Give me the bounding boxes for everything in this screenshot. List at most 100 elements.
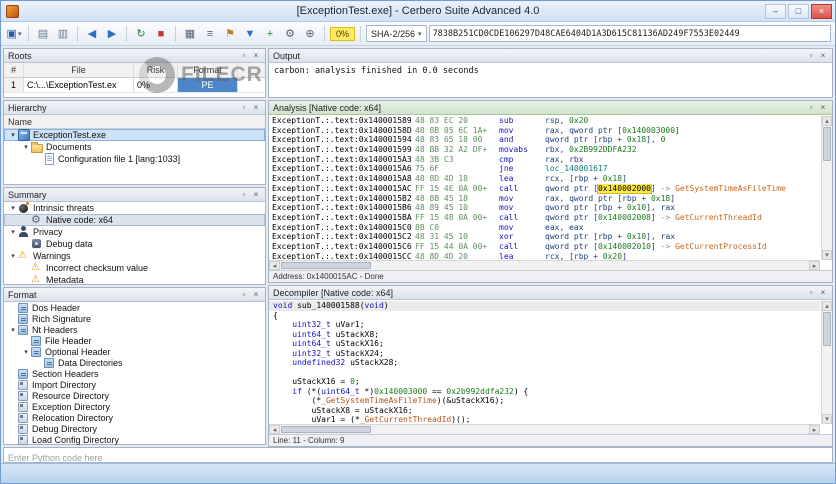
settings-icon[interactable]: ⚙ (281, 25, 299, 43)
decompiler-line[interactable]: void sub_140001588(void) (269, 301, 820, 311)
scroll-right-icon[interactable]: ▸ (809, 425, 820, 434)
disasm-row[interactable]: ExceptionT.:.text:0x1400015CC 48 8D 4D 20… (269, 252, 820, 260)
tree-item[interactable]: ▾ ExceptionTest.exe (4, 129, 265, 141)
scrollbar-thumb[interactable] (281, 262, 371, 269)
hierarchy-column-header[interactable]: Name (4, 115, 265, 129)
forward-icon[interactable]: ▶ (103, 25, 121, 43)
float-panel-icon[interactable]: ▫ (239, 189, 249, 201)
horizontal-scrollbar[interactable]: ◂ ▸ (269, 260, 820, 270)
disasm-row[interactable]: ExceptionT.:.text:0x1400015B2 48 8B 45 18… (269, 194, 820, 204)
tree-item[interactable]: Debug Directory (4, 423, 265, 434)
tree-item[interactable]: Section Headers (4, 368, 265, 379)
decompiler-line[interactable]: uVar1 = (*_GetCurrentThreadId)(); (269, 415, 820, 424)
tree-item[interactable]: Rich Signature (4, 313, 265, 324)
tree-item[interactable]: Load Config Directory (4, 434, 265, 445)
tree-item[interactable]: Dos Header (4, 302, 265, 313)
tree-item[interactable]: ▾ Optional Header (4, 346, 265, 357)
report-icon[interactable]: ▥ (54, 25, 72, 43)
maximize-button[interactable]: □ (788, 4, 809, 19)
expander-icon[interactable]: ▾ (8, 131, 18, 139)
disasm-row[interactable]: ExceptionT.:.text:0x1400015AC FF 15 4E 0A… (269, 183, 820, 194)
tree-item[interactable]: Data Directories (4, 357, 265, 368)
float-panel-icon[interactable]: ▫ (806, 50, 816, 62)
disasm-row[interactable]: ExceptionT.:.text:0x1400015C6 FF 15 44 0A… (269, 242, 820, 252)
tree-item[interactable]: Resource Directory (4, 390, 265, 401)
float-panel-icon[interactable]: ▫ (239, 289, 249, 301)
add-extension-icon[interactable]: + (261, 25, 279, 43)
expander-icon[interactable]: ▾ (8, 228, 18, 236)
bookmarks-icon[interactable]: ⚑ (221, 25, 239, 43)
close-button[interactable]: × (811, 4, 832, 19)
scroll-down-icon[interactable]: ▾ (822, 250, 832, 260)
column-header[interactable]: # (4, 63, 24, 77)
disasm-row[interactable]: ExceptionT.:.text:0x14000158D 48 8B 05 6C… (269, 126, 820, 136)
close-panel-icon[interactable]: × (818, 50, 828, 62)
expander-icon[interactable]: ▾ (8, 204, 18, 212)
close-panel-icon[interactable]: × (251, 102, 261, 114)
column-header[interactable]: Risk (134, 63, 178, 77)
decompiler-line[interactable]: uStackX16 = 0; (269, 377, 820, 387)
decompiler-line[interactable] (269, 368, 820, 378)
hex-view-icon[interactable]: ▦ (181, 25, 199, 43)
scroll-right-icon[interactable]: ▸ (809, 261, 820, 270)
scroll-left-icon[interactable]: ◂ (269, 261, 280, 270)
tree-item[interactable]: ▾ Nt Headers (4, 324, 265, 335)
disasm-row[interactable]: ExceptionT.:.text:0x1400015A8 48 8D 4D 18… (269, 174, 820, 184)
float-panel-icon[interactable]: ▫ (239, 102, 249, 114)
expander-icon[interactable]: ▾ (21, 348, 31, 356)
disasm-row[interactable]: ExceptionT.:.text:0x1400015B6 48 89 45 10… (269, 203, 820, 213)
close-panel-icon[interactable]: × (251, 189, 261, 201)
close-panel-icon[interactable]: × (818, 287, 828, 299)
tree-item[interactable]: Relocation Directory (4, 412, 265, 423)
tree-item[interactable]: Native code: x64 (4, 214, 265, 226)
horizontal-scrollbar[interactable]: ◂ ▸ (269, 424, 820, 434)
tree-item[interactable]: Configuration file 1 [lang:1033] (4, 153, 265, 165)
disasm-row[interactable]: ExceptionT.:.text:0x1400015C0 8B C0 mov eax… (269, 223, 820, 233)
scroll-up-icon[interactable]: ▴ (822, 116, 832, 126)
close-panel-icon[interactable]: × (251, 50, 261, 62)
decompiler-line[interactable]: uint32_t uStackX24; (269, 349, 820, 359)
scroll-left-icon[interactable]: ◂ (269, 425, 280, 434)
expander-icon[interactable]: ▾ (21, 143, 31, 151)
decompiler-line[interactable]: undefined32 uStackX28; (269, 358, 820, 368)
column-header[interactable]: Format (178, 63, 238, 77)
back-icon[interactable]: ◀ (83, 25, 101, 43)
expander-icon[interactable]: ▾ (8, 252, 18, 260)
tree-item[interactable]: Metadata (4, 274, 265, 286)
expander-icon[interactable]: ▾ (8, 326, 18, 334)
save-icon[interactable]: ▣ ▾ (5, 25, 23, 43)
reanalyze-icon[interactable]: ↻ (132, 25, 150, 43)
minimize-button[interactable]: – (765, 4, 786, 19)
decompiler-line[interactable]: uStackX8 = uStackX16; (269, 406, 820, 416)
scroll-down-icon[interactable]: ▾ (822, 414, 832, 424)
disasm-row[interactable]: ExceptionT.:.text:0x1400015BA FF 15 48 0A… (269, 213, 820, 223)
search-icon[interactable]: ⊕ (301, 25, 319, 43)
float-panel-icon[interactable]: ▫ (239, 50, 249, 62)
tree-item[interactable]: ▾ Documents (4, 141, 265, 153)
disasm-row[interactable]: ExceptionT.:.text:0x140001599 48 BB 32 A2… (269, 145, 820, 155)
decompiler-line[interactable]: if (*(uint64_t *)0x140003000 == 0x2b992d… (269, 387, 820, 397)
decompiler-line[interactable]: uint32_t uVar1; (269, 320, 820, 330)
tree-item[interactable]: ▾ Intrinsic threats (4, 202, 265, 214)
hash-algo-select[interactable]: SHA-2/256 ▾ (366, 25, 427, 42)
disasm-row[interactable]: ExceptionT.:.text:0x1400015C2 48 31 45 10… (269, 232, 820, 242)
text-view-icon[interactable]: ≡ (201, 25, 219, 43)
column-header[interactable]: File (24, 63, 134, 77)
tree-item[interactable]: ▾ Warnings (4, 250, 265, 262)
decompiler-line[interactable]: (*_GetSystemTimeAsFileTime)(&uStackX16); (269, 396, 820, 406)
float-panel-icon[interactable]: ▫ (806, 287, 816, 299)
tree-item[interactable]: File Header (4, 335, 265, 346)
roots-row[interactable]: 1 C:\...\ExceptionTest.ex 0% PE (4, 78, 265, 93)
filter-icon[interactable]: ▼ (241, 25, 259, 43)
tree-item[interactable]: Debug data (4, 238, 265, 250)
decompiler-line[interactable]: uint64_t uStackX8; (269, 330, 820, 340)
disasm-row[interactable]: ExceptionT.:.text:0x140001589 48 83 EC 20… (269, 116, 820, 126)
scroll-up-icon[interactable]: ▴ (822, 301, 832, 311)
disasm-row[interactable]: ExceptionT.:.text:0x140001594 48 83 65 18… (269, 135, 820, 145)
decompiler-line[interactable]: { (269, 311, 820, 321)
disasm-row[interactable]: ExceptionT.:.text:0x1400015A6 75 6F jne loc… (269, 164, 820, 174)
tree-item[interactable]: Exception Directory (4, 401, 265, 412)
open-file-icon[interactable]: ▤ (34, 25, 52, 43)
close-panel-icon[interactable]: × (251, 289, 261, 301)
tree-item[interactable]: Incorrect checksum value (4, 262, 265, 274)
